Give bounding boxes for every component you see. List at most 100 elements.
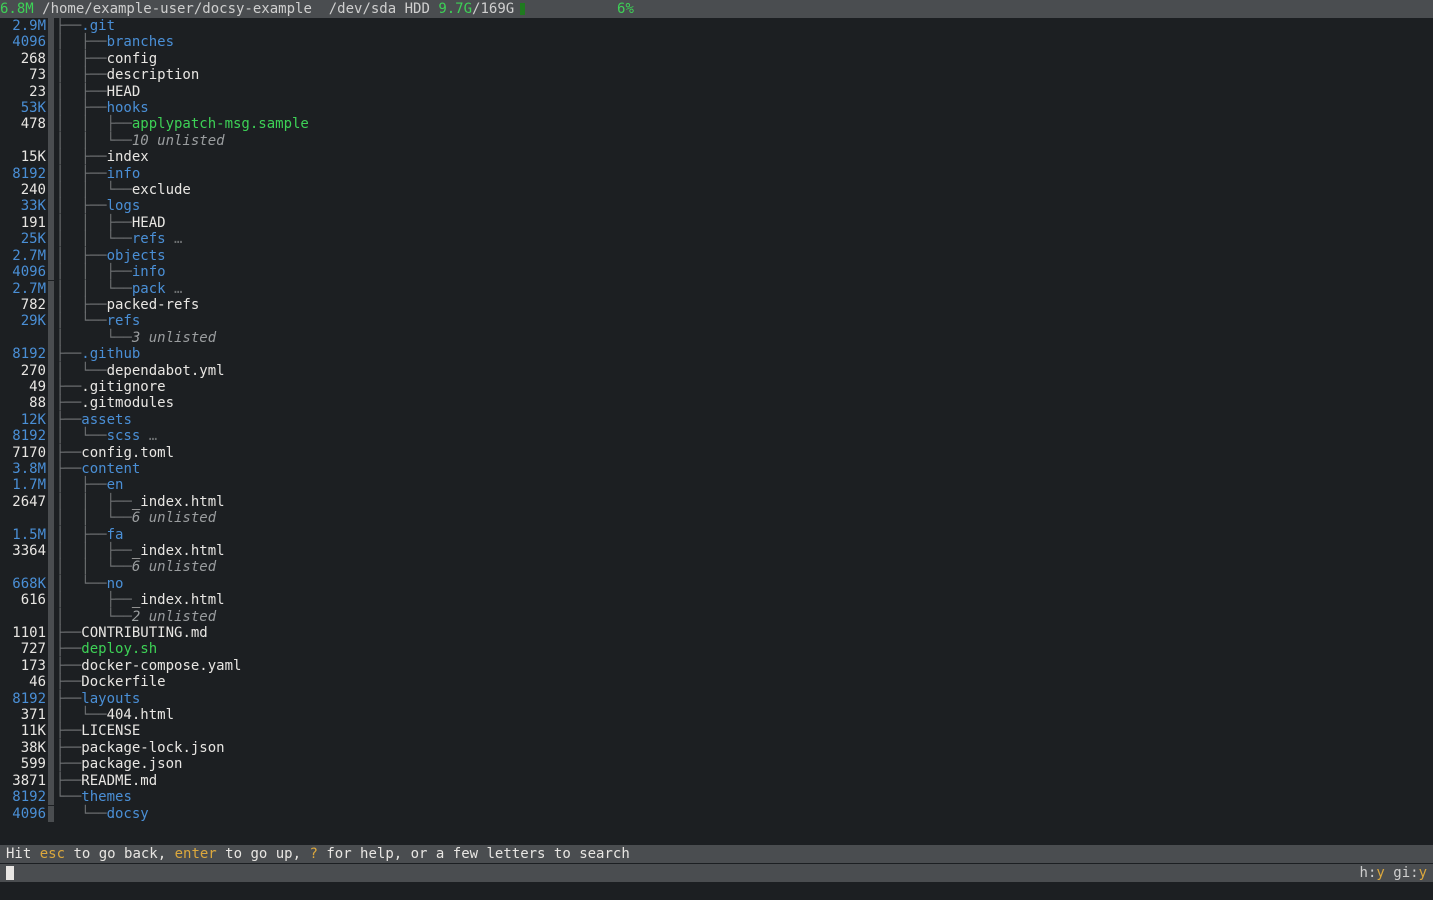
scrollbar-track[interactable] xyxy=(48,363,54,379)
tree-row[interactable]: 8192├──.github xyxy=(0,346,1433,362)
folder-name[interactable]: branches xyxy=(107,34,174,50)
scrollbar-track[interactable] xyxy=(48,133,54,149)
scrollbar-track[interactable] xyxy=(48,477,54,493)
scrollbar-track[interactable] xyxy=(48,231,54,247)
file-name[interactable]: .gitignore xyxy=(81,379,165,395)
file-name[interactable]: _index.html xyxy=(132,592,225,608)
file-name[interactable]: packed-refs xyxy=(107,297,200,313)
tree-row[interactable]: 25K│ │ └──refs … xyxy=(0,231,1433,247)
file-name[interactable]: package-lock.json xyxy=(81,740,224,756)
tree-row[interactable]: 8192│ ├──info xyxy=(0,166,1433,182)
tree-row[interactable]: 46├──Dockerfile xyxy=(0,674,1433,690)
folder-name[interactable]: docsy xyxy=(107,806,149,822)
scrollbar-track[interactable] xyxy=(48,740,54,756)
scrollbar-track[interactable] xyxy=(48,149,54,165)
tree-row[interactable]: 599├──package.json xyxy=(0,756,1433,772)
tree-row[interactable]: 668K│ └──no xyxy=(0,576,1433,592)
folder-name[interactable]: objects xyxy=(107,248,166,264)
scrollbar-track[interactable] xyxy=(48,379,54,395)
tree-row[interactable]: 49├──.gitignore xyxy=(0,379,1433,395)
scrollbar-track[interactable] xyxy=(48,330,54,346)
folder-name[interactable]: .git xyxy=(81,18,115,34)
tree-row[interactable]: 1.7M│ ├──en xyxy=(0,477,1433,493)
file-name[interactable]: index xyxy=(107,149,149,165)
tree-row[interactable]: 8192│ └──scss … xyxy=(0,428,1433,444)
scrollbar-track[interactable] xyxy=(48,116,54,132)
folder-name[interactable]: info xyxy=(132,264,166,280)
scrollbar-track[interactable] xyxy=(48,641,54,657)
scrollbar-track[interactable] xyxy=(48,412,54,428)
file-tree[interactable]: 2.9M├──.git4096│ ├──branches268│ ├──conf… xyxy=(0,18,1433,822)
scrollbar-track[interactable] xyxy=(48,691,54,707)
file-name[interactable]: description xyxy=(107,67,200,83)
scrollbar-track[interactable] xyxy=(48,445,54,461)
scrollbar-track[interactable] xyxy=(48,395,54,411)
folder-name[interactable]: themes xyxy=(81,789,132,805)
file-name[interactable]: exclude xyxy=(132,182,191,198)
tree-row[interactable]: 4096│ ├──branches xyxy=(0,34,1433,50)
tree-row[interactable]: 727├──deploy.sh xyxy=(0,641,1433,657)
tree-row[interactable]: │ │ └──6 unlisted xyxy=(0,510,1433,526)
scrollbar-track[interactable] xyxy=(48,313,54,329)
folder-name[interactable]: refs xyxy=(132,231,166,247)
scrollbar-track[interactable] xyxy=(48,18,54,34)
tree-row[interactable]: 53K│ ├──hooks xyxy=(0,100,1433,116)
scrollbar-track[interactable] xyxy=(48,100,54,116)
file-name[interactable]: HEAD xyxy=(107,84,141,100)
scrollbar-track[interactable] xyxy=(48,527,54,543)
scrollbar-track[interactable] xyxy=(48,215,54,231)
scrollbar-track[interactable] xyxy=(48,510,54,526)
tree-row[interactable]: 270│ └──dependabot.yml xyxy=(0,363,1433,379)
scrollbar-track[interactable] xyxy=(48,756,54,772)
file-name[interactable]: .gitmodules xyxy=(81,395,174,411)
scrollbar-track[interactable] xyxy=(48,707,54,723)
tree-row[interactable]: 23│ ├──HEAD xyxy=(0,84,1433,100)
tree-row[interactable]: 782│ ├──packed-refs xyxy=(0,297,1433,313)
tree-row[interactable]: 191│ │ ├──HEAD xyxy=(0,215,1433,231)
file-name[interactable]: docker-compose.yaml xyxy=(81,658,241,674)
tree-row[interactable]: 2.7M│ ├──objects xyxy=(0,248,1433,264)
file-name[interactable]: LICENSE xyxy=(81,723,140,739)
tree-row[interactable]: 240│ │ └──exclude xyxy=(0,182,1433,198)
scrollbar-track[interactable] xyxy=(48,281,54,297)
folder-name[interactable]: hooks xyxy=(107,100,149,116)
tree-row[interactable]: 1.5M│ ├──fa xyxy=(0,527,1433,543)
tree-row[interactable]: 15K│ ├──index xyxy=(0,149,1433,165)
tree-row[interactable]: │ └──2 unlisted xyxy=(0,609,1433,625)
scrollbar-track[interactable] xyxy=(48,34,54,50)
tree-row[interactable]: 3364│ │ ├──_index.html xyxy=(0,543,1433,559)
folder-name[interactable]: content xyxy=(81,461,140,477)
file-name[interactable]: config xyxy=(107,51,158,67)
folder-name[interactable]: pack xyxy=(132,281,166,297)
file-name[interactable]: 404.html xyxy=(107,707,174,723)
tree-row[interactable]: 173├──docker-compose.yaml xyxy=(0,658,1433,674)
tree-row[interactable]: 371│ └──404.html xyxy=(0,707,1433,723)
folder-name[interactable]: logs xyxy=(107,198,141,214)
file-name[interactable]: config.toml xyxy=(81,445,174,461)
scrollbar-track[interactable] xyxy=(48,248,54,264)
scrollbar-track[interactable] xyxy=(48,346,54,362)
folder-name[interactable]: en xyxy=(107,477,124,493)
scrollbar-track[interactable] xyxy=(48,494,54,510)
folder-name[interactable]: layouts xyxy=(81,691,140,707)
tree-row[interactable]: 616│ ├──_index.html xyxy=(0,592,1433,608)
scrollbar-track[interactable] xyxy=(48,723,54,739)
scrollbar-track[interactable] xyxy=(48,166,54,182)
tree-row[interactable]: 12K├──assets xyxy=(0,412,1433,428)
tree-row[interactable]: 29K│ └──refs xyxy=(0,313,1433,329)
tree-row[interactable]: 33K│ ├──logs xyxy=(0,198,1433,214)
file-name[interactable]: Dockerfile xyxy=(81,674,165,690)
file-name[interactable]: dependabot.yml xyxy=(107,363,225,379)
tree-row[interactable]: 8192└──themes xyxy=(0,789,1433,805)
folder-name[interactable]: scss xyxy=(107,428,141,444)
tree-row[interactable]: 2.9M├──.git xyxy=(0,18,1433,34)
scrollbar-track[interactable] xyxy=(48,789,54,805)
tree-row[interactable]: 3.8M├──content xyxy=(0,461,1433,477)
file-name[interactable]: CONTRIBUTING.md xyxy=(81,625,207,641)
scrollbar-track[interactable] xyxy=(48,461,54,477)
tree-row[interactable]: 11K├──LICENSE xyxy=(0,723,1433,739)
tree-row[interactable]: 268│ ├──config xyxy=(0,51,1433,67)
scrollbar-track[interactable] xyxy=(48,559,54,575)
scrollbar-track[interactable] xyxy=(48,297,54,313)
scrollbar-track[interactable] xyxy=(48,264,54,280)
